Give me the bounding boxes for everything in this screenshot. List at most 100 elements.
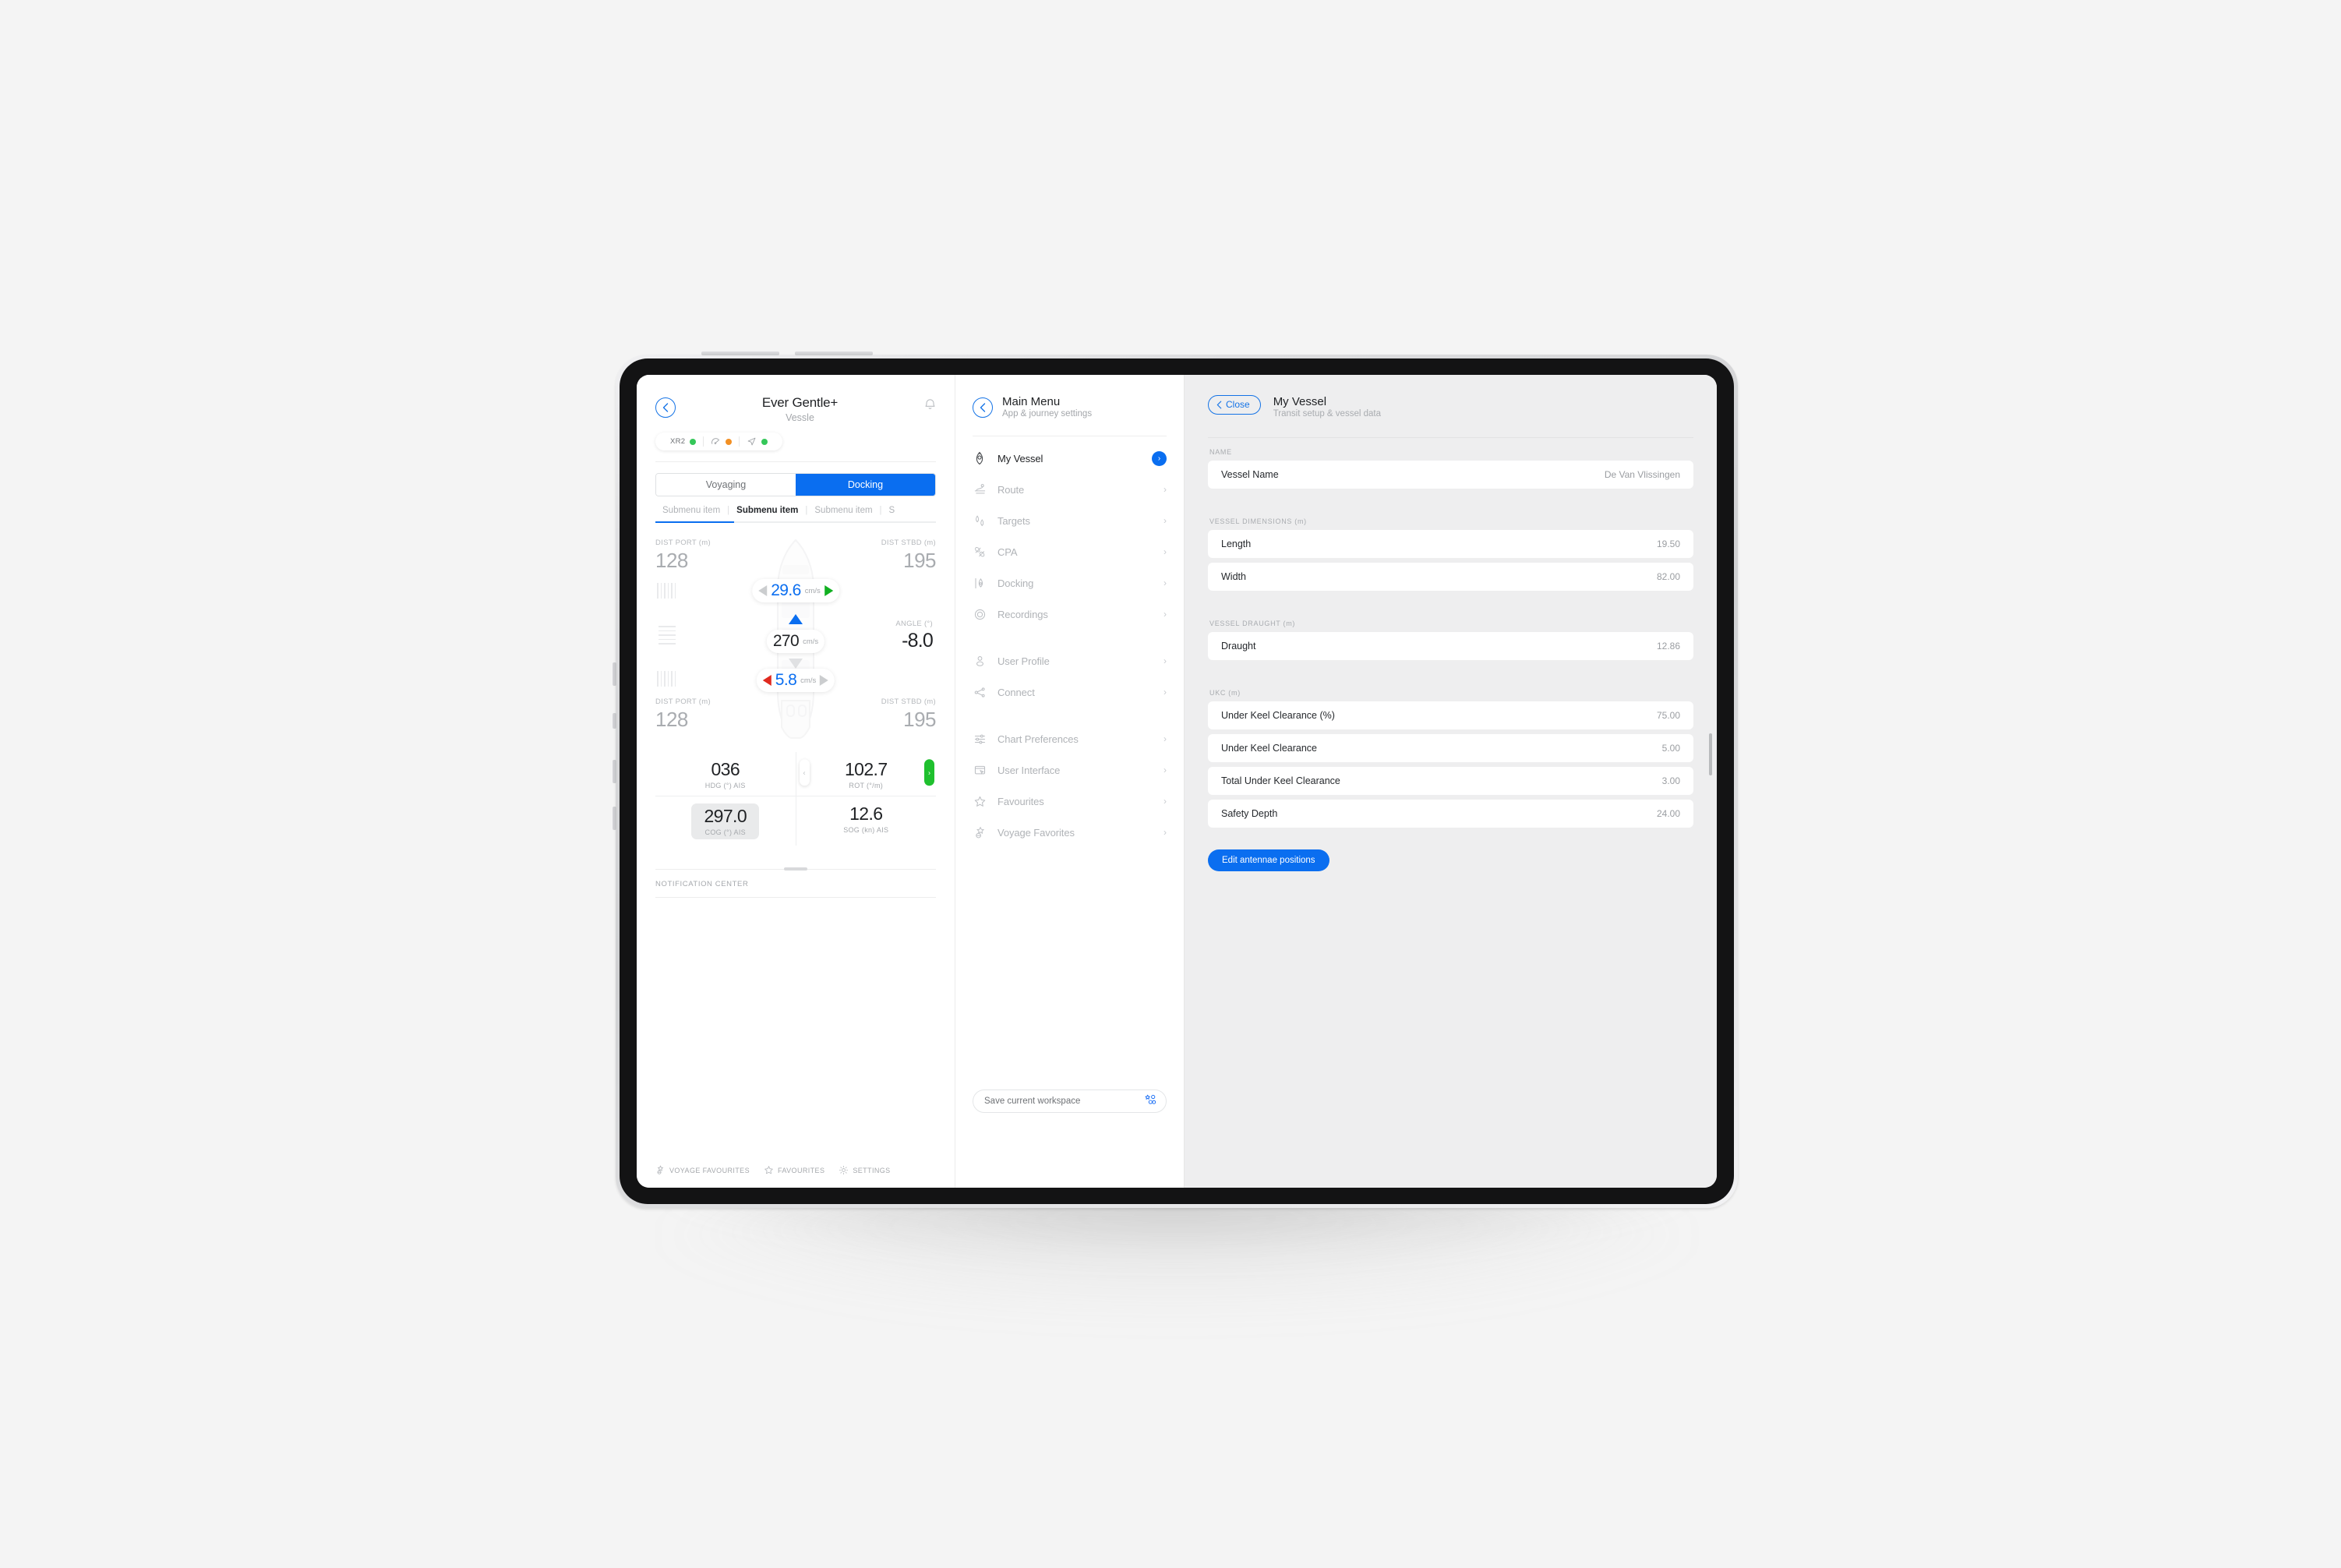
scale-ticks-mid-port [659,626,676,645]
field-ukc-percent-key: Under Keel Clearance (%) [1221,710,1335,721]
side-button-3[interactable] [613,807,616,830]
notification-drawer-handle[interactable] [655,867,936,871]
menu-item-cpa[interactable]: CPA › [973,536,1167,567]
vessel-dashboard-panel: Ever Gentle+ Vessle XR2 Voyaging Docking… [637,375,955,1188]
status-dot-orange [726,438,733,445]
main-menu-subtitle: App & journey settings [1002,409,1093,418]
edit-antennae-positions-button[interactable]: Edit antennae positions [1208,849,1329,871]
power-button[interactable] [613,662,616,686]
status-item-nav[interactable] [739,436,775,447]
voyage-favourites-icon [973,825,987,839]
tab-voyaging[interactable]: Voyaging [656,474,796,496]
vessel-title-group: Ever Gentle+ Vessle [683,395,916,423]
page-root: Ever Gentle+ Vessle XR2 Voyaging Docking… [0,0,2341,1568]
field-draught[interactable]: Draught 12.86 [1208,632,1693,660]
field-ukc-percent-value: 75.00 [1656,710,1680,721]
menu-item-user-interface[interactable]: User Interface › [973,754,1167,786]
right-panel-scrollbar[interactable] [1709,733,1712,775]
main-menu-back-button[interactable] [973,397,993,418]
menu-group-gap-2 [973,708,1167,723]
menu-item-user-interface-label: User Interface [997,764,1061,776]
group-label-draught: VESSEL DRAUGHT (m) [1209,620,1296,627]
group-spacer-3 [1208,665,1693,679]
submenu-item-3[interactable]: Submenu item [807,506,879,515]
field-ukc[interactable]: Under Keel Clearance 5.00 [1208,734,1693,762]
field-width[interactable]: Width 82.00 [1208,563,1693,591]
instrument-hdg[interactable]: 036 HDG (°) AIS [655,752,796,796]
status-dot-green [690,438,697,445]
instrument-rot[interactable]: ‹ 102.7 ROT (°/m) › [795,752,937,796]
group-spacer-2 [1208,595,1693,609]
footer-settings[interactable]: SETTINGS [839,1165,890,1175]
menu-item-recordings[interactable]: Recordings › [973,599,1167,630]
rot-decrease-button[interactable]: ‹ [799,759,810,786]
submenu-item-2[interactable]: Submenu item [729,506,805,515]
menu-item-chart-preferences-label: Chart Preferences [997,733,1079,745]
close-button[interactable]: Close [1208,395,1261,415]
footer-voyage-favourites[interactable]: VOYAGE FAVOURITES [655,1165,750,1175]
field-width-key: Width [1221,571,1246,582]
group-spacer-1 [1208,493,1693,507]
menu-item-chart-preferences[interactable]: Chart Preferences › [973,723,1167,754]
chevron-left-icon [662,403,669,412]
field-vessel-name[interactable]: Vessel Name De Van Vlissingen [1208,461,1693,489]
footer-voyage-favourites-label: VOYAGE FAVOURITES [669,1166,750,1174]
notification-divider [655,897,936,898]
astern-arrow-icon [789,659,803,669]
field-ukc-key: Under Keel Clearance [1221,743,1317,754]
menu-item-route-chevron: › [1163,484,1167,495]
submenu-item-1[interactable]: Submenu item [655,506,727,515]
page-subtitle: Vessle [786,412,814,423]
menu-item-targets[interactable]: Targets › [973,505,1167,536]
gauge-icon [711,438,720,444]
instrument-row-2: 297.0 COG (°) AIS 12.6 SOG (kn) AIS [655,796,936,846]
submenu-item-4[interactable]: S [882,506,902,515]
notifications-button[interactable] [924,398,936,415]
menu-item-user-profile-label: User Profile [997,655,1050,667]
submenu-scroll-indicator[interactable] [655,521,936,523]
field-width-value: 82.00 [1656,571,1680,582]
side-button-2[interactable] [613,760,616,783]
volume-down-button[interactable] [795,351,873,355]
menu-item-user-profile[interactable]: User Profile › [973,645,1167,676]
sog-value: 12.6 [849,803,883,824]
docking-visualization: DIST PORT (m) 128 DIST STBD (m) 195 29.6… [655,539,936,741]
center-speed-readout: 270 cm/s [766,630,825,653]
menu-item-connect[interactable]: Connect › [973,676,1167,708]
menu-item-my-vessel-chevron[interactable]: › [1152,450,1167,466]
field-length[interactable]: Length 19.50 [1208,530,1693,558]
sliders-icon [973,732,987,746]
tab-docking[interactable]: Docking [796,474,935,496]
center-speed-value: 270 [772,632,800,650]
menu-item-favourites-label: Favourites [997,795,1044,807]
field-safety-depth-value: 24.00 [1656,808,1680,819]
menu-item-route[interactable]: Route › [973,474,1167,505]
voyage-favourites-icon [657,1165,664,1174]
instrument-cog[interactable]: 297.0 COG (°) AIS [655,796,796,846]
status-item-xr2[interactable]: XR2 [663,437,703,446]
menu-item-voyage-favorites[interactable]: Voyage Favorites › [973,817,1167,848]
status-indicator-pill[interactable]: XR2 [655,433,783,450]
dist-stbd-bottom-value: 195 [903,708,936,731]
menu-item-docking[interactable]: Docking › [973,567,1167,599]
submenu-tabs[interactable]: Submenu item | Submenu item | Submenu it… [655,506,936,515]
field-safety-depth[interactable]: Safety Depth 24.00 [1208,800,1693,828]
menu-item-favourites[interactable]: Favourites › [973,786,1167,817]
menu-group-gap-1 [973,630,1167,645]
dist-stbd-bottom-label: DIST STBD (m) [881,697,936,706]
field-vessel-name-value: De Van Vlissingen [1604,469,1680,480]
save-workspace-button[interactable]: Save current workspace [973,1089,1167,1113]
mode-segmented-control[interactable]: Voyaging Docking [655,473,936,496]
back-button[interactable] [655,397,676,418]
rot-increase-button[interactable]: › [924,759,934,786]
side-button-1[interactable] [613,713,616,729]
status-item-gauge[interactable] [703,436,739,447]
header-divider [655,461,936,462]
footer-favourites[interactable]: FAVOURITES [764,1165,824,1175]
volume-up-button[interactable] [701,351,779,355]
menu-item-targets-chevron: › [1163,515,1167,526]
field-ukc-percent[interactable]: Under Keel Clearance (%) 75.00 [1208,701,1693,729]
field-total-ukc[interactable]: Total Under Keel Clearance 3.00 [1208,767,1693,795]
instrument-sog[interactable]: 12.6 SOG (kn) AIS [795,796,937,846]
menu-item-my-vessel[interactable]: My Vessel › [973,443,1167,474]
